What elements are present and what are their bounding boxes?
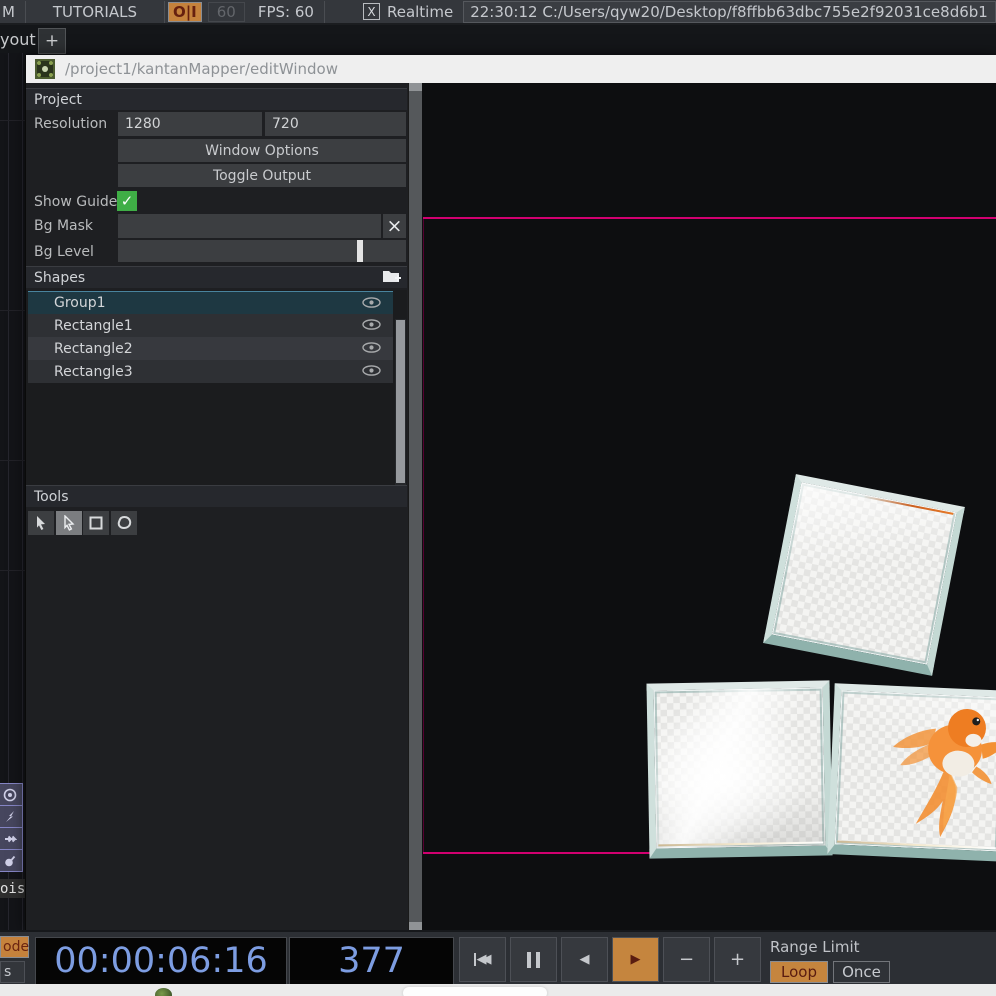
goldfish-image: [835, 691, 996, 852]
shapes-list: Group1 Rectangle1 Rectangle2: [26, 290, 407, 486]
shapes-list-scrollbar[interactable]: [395, 319, 406, 485]
fishtank-shape-goldfish[interactable]: [827, 683, 996, 862]
fishtank-shape-left[interactable]: [646, 680, 832, 858]
scrollbar-cap-top[interactable]: [409, 83, 423, 91]
bottom-window-pill: [403, 987, 547, 996]
window-options-button[interactable]: Window Options: [118, 139, 406, 162]
plus-icon: +: [730, 949, 745, 970]
show-guide-label: Show Guide: [34, 190, 117, 214]
parameter-panel: Project Resolution 1280 720 Window Optio…: [26, 83, 407, 930]
network-gridline: [0, 310, 25, 311]
once-button[interactable]: Once: [833, 961, 890, 983]
pin-icon[interactable]: [0, 849, 23, 872]
bg-mask-clear-button[interactable]: ×: [383, 214, 406, 238]
node-name-partial[interactable]: ois: [0, 879, 26, 898]
step-back-icon: ◀: [580, 952, 590, 967]
fps-display: FPS: 60: [248, 1, 325, 23]
loop-button[interactable]: Loop: [770, 961, 828, 983]
project-section-header[interactable]: Project: [26, 88, 407, 110]
bg-mask-label: Bg Mask: [34, 214, 93, 238]
oi-toggle-button[interactable]: O|I: [168, 2, 202, 22]
range-minus-button[interactable]: −: [663, 937, 710, 982]
visibility-eye-icon[interactable]: [362, 364, 381, 380]
range-plus-button[interactable]: +: [714, 937, 761, 982]
kantan-mapper-icon: [35, 59, 55, 79]
shape-name: Rectangle3: [54, 364, 133, 380]
pause-icon: [536, 952, 540, 968]
units-button-partial[interactable]: s: [0, 961, 25, 983]
visibility-eye-icon[interactable]: [362, 341, 381, 357]
show-guide-checkbox[interactable]: ✓: [117, 191, 137, 211]
visibility-eye-icon[interactable]: [362, 318, 381, 334]
bg-level-slider-handle[interactable]: [357, 240, 363, 262]
menu-tab-tutorials[interactable]: TUTORIALS: [26, 1, 165, 23]
rate-value[interactable]: 60: [208, 2, 245, 22]
tool-freeform[interactable]: [111, 511, 137, 535]
shapes-list-scrollbar-thumb[interactable]: [396, 320, 405, 483]
bottom-window-edge: [0, 984, 996, 996]
window-title: /project1/kantanMapper/editWindow: [65, 60, 338, 78]
bottom-window-icon: [155, 988, 172, 996]
kantan-mapper-window: /project1/kantanMapper/editWindow Projec…: [25, 55, 996, 930]
step-back-button[interactable]: ◀: [561, 937, 608, 982]
status-path-display: 22:30:12 C:/Users/qyw20/Desktop/f8ffbb63…: [463, 1, 996, 23]
pane-tab-strip: [0, 25, 996, 53]
menu-tab-m[interactable]: M: [0, 1, 26, 23]
minus-icon: −: [679, 949, 694, 970]
add-pane-tab-button[interactable]: +: [38, 28, 66, 54]
target-icon[interactable]: [0, 783, 23, 806]
add-group-icon[interactable]: [382, 267, 402, 289]
tools-section-header[interactable]: Tools: [26, 485, 407, 507]
mode-button-partial[interactable]: ode: [0, 936, 29, 958]
realtime-checkbox[interactable]: X: [363, 3, 380, 20]
resolution-width-field[interactable]: 1280: [118, 112, 262, 136]
bg-mask-field[interactable]: [118, 214, 381, 238]
window-title-bar[interactable]: /project1/kantanMapper/editWindow: [26, 55, 996, 83]
resolution-label: Resolution: [34, 112, 107, 136]
resolution-height-field[interactable]: 720: [265, 112, 406, 136]
bg-level-slider[interactable]: [118, 240, 406, 262]
arrow-icon[interactable]: [0, 827, 23, 850]
shape-row-rectangle1[interactable]: Rectangle1: [28, 314, 393, 337]
layout-tab-partial[interactable]: yout: [0, 30, 36, 49]
tool-edit-points-cursor[interactable]: [56, 511, 82, 535]
pause-button[interactable]: [510, 937, 557, 982]
tool-rectangle[interactable]: [83, 511, 109, 535]
toggle-output-button[interactable]: Toggle Output: [118, 164, 406, 187]
visibility-eye-icon[interactable]: [362, 296, 381, 312]
pause-icon: [527, 952, 531, 968]
lightning-icon[interactable]: [0, 805, 23, 828]
network-gridline: [0, 120, 25, 121]
bg-level-label: Bg Level: [34, 240, 94, 264]
rewind-button[interactable]: ◀◀: [459, 937, 506, 982]
tool-move-cursor[interactable]: [28, 511, 54, 535]
shape-name: Rectangle2: [54, 341, 133, 357]
realtime-label: Realtime: [387, 3, 453, 21]
play-button[interactable]: ▶: [612, 937, 659, 982]
network-gridline: [0, 570, 25, 571]
touchdesigner-screen: M TUTORIALS O|I 60 FPS: 60 X Realtime 22…: [0, 0, 996, 996]
mapping-canvas[interactable]: [422, 83, 996, 930]
guide-line-top: [423, 217, 996, 219]
timeline-bar: ode s 00:00:06:16 377 ◀◀ ◀ ▶ − + Range L…: [0, 930, 996, 986]
fishtank-shape-top[interactable]: [763, 474, 965, 676]
frame-display[interactable]: 377: [289, 937, 454, 985]
shapes-section-header[interactable]: Shapes: [26, 266, 407, 288]
range-limit-label: Range Limit: [770, 938, 860, 956]
glass-sheen: [654, 688, 826, 849]
shape-name: Rectangle1: [54, 318, 133, 334]
timecode-display[interactable]: 00:00:06:16: [35, 937, 287, 985]
scrollbar-cap-bottom[interactable]: [409, 922, 423, 930]
top-menu-bar: M TUTORIALS O|I 60 FPS: 60 X Realtime 22…: [0, 0, 996, 25]
rewind-bar-glyph: [474, 953, 476, 966]
guide-line-left: [423, 219, 424, 852]
network-gridline: [0, 460, 25, 461]
shape-name: Group1: [54, 295, 106, 311]
shape-row-rectangle3[interactable]: Rectangle3: [28, 360, 393, 383]
play-icon: ▶: [631, 952, 641, 967]
shape-row-rectangle2[interactable]: Rectangle2: [28, 337, 393, 360]
shape-row-group1[interactable]: Group1: [28, 291, 393, 314]
rewind-icon: ◀◀: [477, 952, 492, 967]
